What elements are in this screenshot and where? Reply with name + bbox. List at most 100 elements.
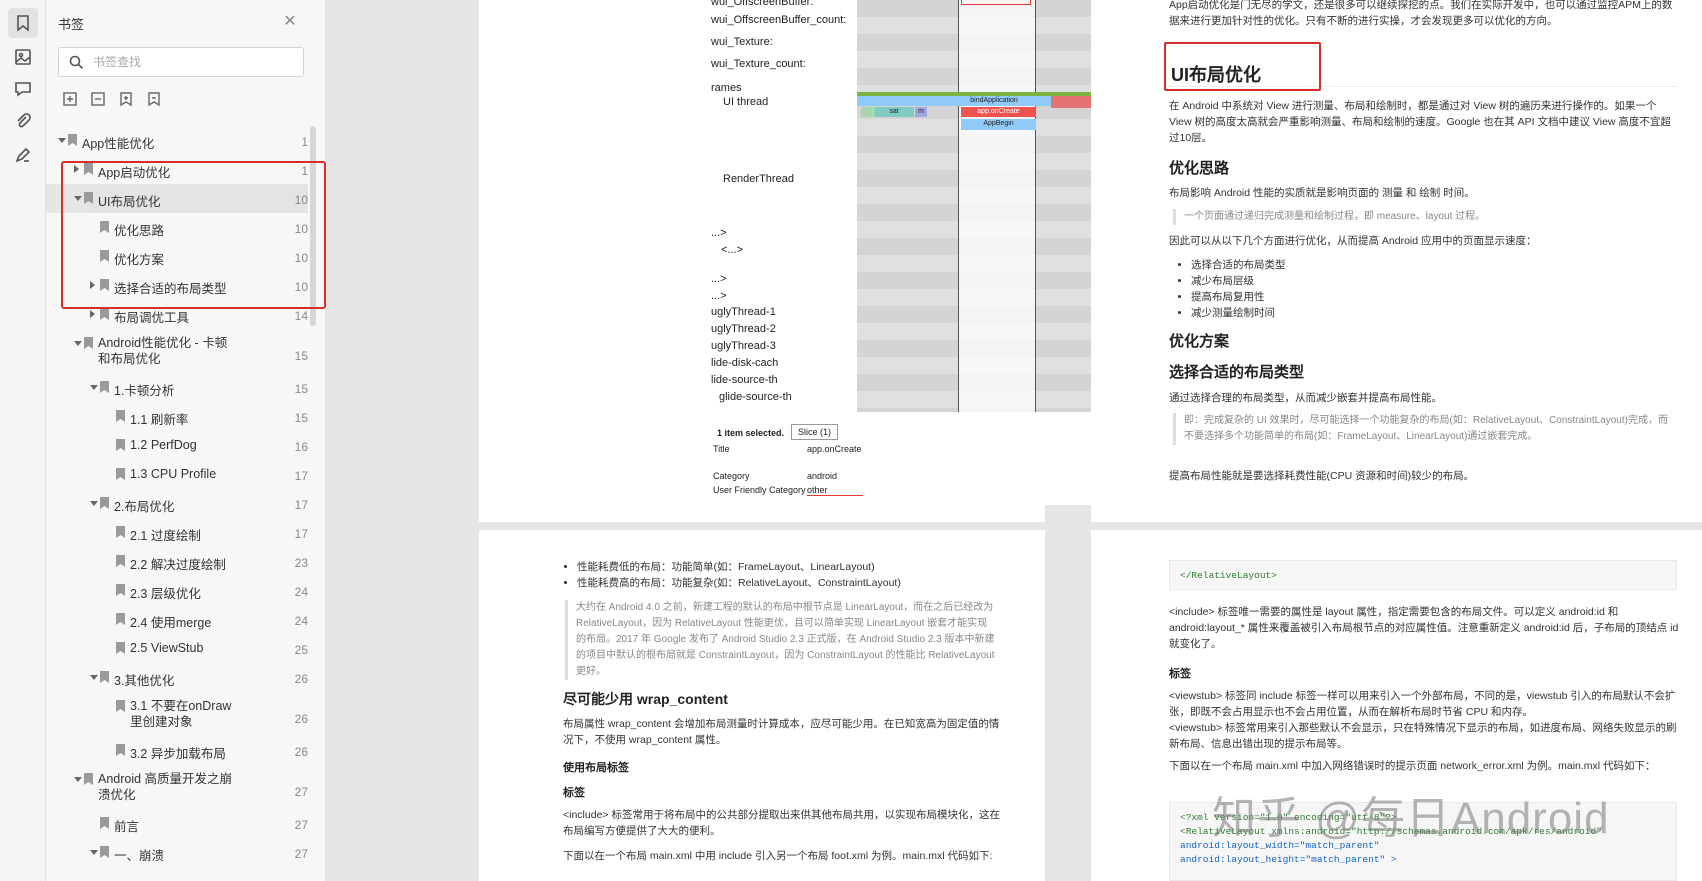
page-paragraph: 下面以在一个布局 main.xml 中用 include 引入另一个布局 foo… (563, 850, 993, 862)
tree-item-page: 1 (301, 135, 308, 149)
tree-item[interactable]: 2.1 过度绘制 17 (46, 518, 308, 547)
slice-tab[interactable]: Slice (1) (791, 424, 839, 440)
page-paragraph: <viewstub> 标签同 include 标签一样可以用来引入一个外部布局，… (1169, 690, 1676, 718)
selection-count: 1 item selected. (717, 428, 785, 438)
tree-item[interactable]: 2.5 ViewStub 25 (46, 634, 308, 663)
systrace-screenshot: wui_OffscreenBuffer: wui_OffscreenBuffer… (711, 0, 1131, 421)
tree-item[interactable]: 2.布局优化 17 (46, 489, 308, 518)
page-paragraph: <include> 标签唯一需要的属性是 layout 属性，指定需要包含的布局… (1169, 606, 1679, 650)
bookmark-icon (68, 134, 77, 146)
bullet-item: 性能耗费低的布局：功能简单(如：FrameLayout、LinearLayout… (577, 559, 1023, 575)
chevron-down-icon[interactable] (90, 501, 98, 506)
tree-item[interactable]: 2.3 层级优化 24 (46, 576, 308, 605)
tree-item-label: Android 高质量开发之崩溃优化 (98, 772, 233, 802)
bookmark-icon (100, 381, 109, 393)
tree-item[interactable]: 3.其他优化 26 (46, 663, 308, 692)
bookmark-search[interactable] (58, 47, 304, 77)
highlight-box-bookmarks (61, 161, 326, 309)
tree-item[interactable]: 1.2 PerfDog 16 (46, 431, 308, 460)
tree-item[interactable]: Android性能优化 - 卡顿和布局优化 15 (46, 329, 308, 373)
tree-item[interactable]: App性能优化 1 (46, 126, 308, 155)
chevron-down-icon[interactable] (58, 138, 66, 143)
collapse-all-icon[interactable] (90, 91, 106, 107)
trace-lane-label: ...> (711, 290, 727, 302)
trace-lane-label: wui_Texture: (711, 36, 773, 48)
tree-item-page: 15 (294, 411, 308, 425)
bookmark-icon (116, 555, 125, 567)
tree-item[interactable]: 1.卡顿分析 15 (46, 373, 308, 402)
page-heading: 尽可能少用 wrap_content (563, 691, 728, 707)
chevron-down-icon[interactable] (90, 675, 98, 680)
tree-item-page: 26 (294, 672, 308, 686)
chevron-right-icon[interactable] (90, 310, 95, 318)
tree-item-label: 3.2 异步加载布局 (130, 747, 226, 761)
trace-slice[interactable]: AppBegin (961, 119, 1036, 130)
tree-item-page: 17 (294, 527, 308, 541)
code-block: </RelativeLayout> (1169, 560, 1677, 590)
expand-all-icon[interactable] (62, 91, 78, 107)
bookmark-icon (116, 468, 125, 480)
chevron-down-icon[interactable] (90, 385, 98, 390)
tree-item[interactable]: 1.3 CPU Profile 17 (46, 460, 308, 489)
tree-item[interactable]: 前言 27 (46, 809, 308, 838)
document-viewer[interactable]: wui_OffscreenBuffer: wui_OffscreenBuffer… (326, 0, 1702, 881)
tree-item[interactable]: 1.1 刷新率 15 (46, 402, 308, 431)
detail-key: User Friendly Category (713, 485, 806, 495)
page-quote: 一个页面通过递归完成测量和绘制过程，即 measure、layout 过程。 (1173, 209, 1673, 225)
tree-item[interactable]: Android 高质量开发之崩溃优化 27 (46, 765, 308, 809)
bookmark-icon (116, 410, 125, 422)
trace-slice[interactable]: m (915, 107, 927, 117)
search-input[interactable] (93, 53, 293, 71)
bookmark-icon (116, 613, 125, 625)
attachment-icon[interactable] (8, 106, 38, 136)
left-rail (0, 0, 46, 881)
add-bookmark-icon[interactable] (118, 91, 134, 107)
bookmark-icon (116, 439, 125, 451)
trace-lane-label: lide-source-th (711, 374, 778, 386)
page-paragraph: 提高布局性能就是要选择耗费性能(CPU 资源和时间)较少的布局。 (1169, 470, 1475, 482)
comment-icon[interactable] (8, 74, 38, 104)
tree-item[interactable]: 2.4 使用merge 24 (46, 605, 308, 634)
chevron-down-icon[interactable] (74, 341, 82, 346)
tree-item-label: App性能优化 (82, 137, 155, 151)
trace-lane-label: ...> (711, 273, 727, 285)
chevron-down-icon[interactable] (74, 777, 82, 782)
panel-title: 书签 (58, 17, 85, 32)
bookmark-icon[interactable] (8, 8, 38, 38)
tree-item[interactable]: 3.1 不要在onDraw里创建对象 26 (46, 692, 308, 736)
tree-item[interactable]: 一、崩溃 27 (46, 838, 308, 867)
tree-item-page: 24 (294, 585, 308, 599)
signature-icon[interactable] (8, 140, 38, 170)
bookmark-icon (116, 700, 125, 712)
tree-item-page: 24 (294, 614, 308, 628)
remove-bookmark-icon[interactable] (146, 91, 162, 107)
tree-item-label: Android性能优化 - 卡顿和布局优化 (98, 336, 228, 366)
bookmark-icon (100, 308, 109, 320)
pdf-page: wui_OffscreenBuffer: wui_OffscreenBuffer… (479, 0, 1131, 522)
detail-key: Title (713, 444, 730, 454)
trace-slice[interactable] (861, 107, 873, 117)
code-line: </RelativeLayout> (1180, 570, 1277, 581)
tree-item-page: 15 (294, 349, 308, 363)
image-icon[interactable] (8, 42, 38, 72)
tree-item-label: 2.2 解决过度绘制 (130, 558, 226, 572)
trace-slice[interactable]: app.onCreate (961, 107, 1036, 117)
page-paragraph: 在 Android 中系统对 View 进行测量、布局和绘制时，都是通过对 Vi… (1169, 100, 1671, 144)
code-line: android:layout_height="match_parent" > (1180, 854, 1397, 865)
trace-lane-label: uglyThread-3 (711, 340, 776, 352)
trace-lane-label: ...> (711, 227, 727, 239)
trace-lane-label: wui_OffscreenBuffer_count: (711, 14, 847, 26)
bullet-item: 减少布局层级 (1191, 273, 1577, 289)
detail-value: app.onCreate (807, 444, 862, 454)
bookmark-icon (100, 846, 109, 858)
chevron-down-icon[interactable] (90, 850, 98, 855)
bookmark-panel: 书签 ✕ App性能优化 1 App启动优化 1 (46, 0, 326, 881)
tree-item[interactable]: 3.2 异步加载布局 26 (46, 736, 308, 765)
page-subheading: 使用布局标签 (563, 762, 629, 774)
tree-item[interactable]: 2.2 解决过度绘制 23 (46, 547, 308, 576)
trace-slice[interactable]: sat (874, 107, 914, 117)
tree-item-page: 23 (294, 556, 308, 570)
tree-item-label: 3.其他优化 (114, 674, 175, 688)
close-icon[interactable]: ✕ (282, 14, 298, 30)
trace-selection-window (958, 0, 1036, 412)
